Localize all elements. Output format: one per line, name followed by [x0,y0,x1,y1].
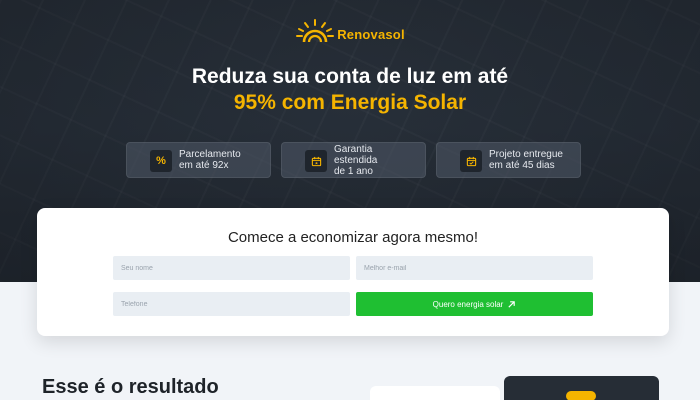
feature-warranty-line2: de 1 ano [334,165,373,177]
email-input[interactable] [356,256,593,280]
feature-delivery: Projeto entregue em até 45 dias [436,142,581,178]
shield-calendar-icon [305,150,327,172]
form-title: Comece a economizar agora mesmo! [227,229,479,246]
brand-name: Renovasol [337,27,405,42]
feature-warranty-line1: Garantia estendida [334,143,378,166]
name-input[interactable] [113,256,350,280]
feature-delivery-line1: Projeto entregue [489,149,563,160]
results-card-light [370,386,500,400]
results-badge [566,391,596,400]
submit-label: Quero energia solar [432,299,504,309]
results-title: Esse é o resultado [42,376,219,398]
headline-line-2: 95% com Energia Solar [233,91,467,114]
feature-financing-line2: em até 92x [179,160,229,171]
arrow-up-right-icon [508,300,516,308]
feature-warranty: Garantia estendida de 1 ano [281,142,426,178]
percent-icon: % [150,150,172,172]
headline-line-1: Reduza sua conta de luz em até [191,65,509,88]
feature-financing-line1: Parcelamento [179,149,241,160]
hero-headline: Reduza sua conta de luz em até 95% com E… [0,64,700,116]
feature-financing: % Parcelamento em até 92x [126,142,271,178]
sun-logo-icon [296,19,335,43]
features-row: % Parcelamento em até 92x Garantia esten… [126,142,581,178]
calendar-check-icon [460,150,482,172]
brand-logo[interactable]: Renovasol [0,18,700,44]
phone-input[interactable] [113,292,350,316]
feature-delivery-line2: em até 45 dias [489,160,555,171]
lead-form-card: Comece a economizar agora mesmo! Quero e… [37,208,669,336]
submit-button[interactable]: Quero energia solar [356,292,593,316]
